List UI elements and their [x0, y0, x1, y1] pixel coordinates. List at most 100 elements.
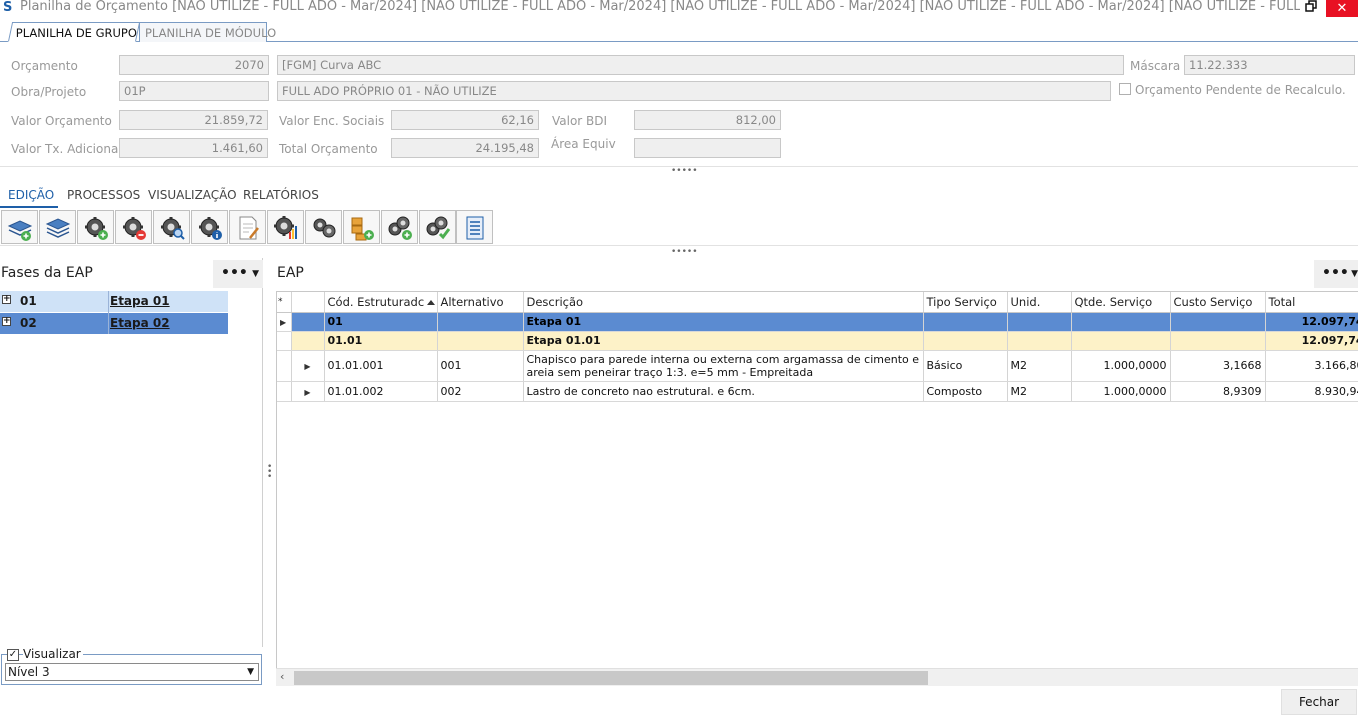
expand-icon[interactable]: + [2, 317, 11, 326]
column-header-label: Cód. Estruturadc [327, 294, 425, 309]
bdi-field[interactable]: 812,00 [634, 110, 781, 130]
expand-cell [291, 331, 325, 351]
gear-info-icon[interactable] [191, 210, 228, 244]
expand-column-header [291, 292, 325, 313]
restore-window-icon[interactable] [1305, 0, 1321, 14]
expand-cell [291, 312, 325, 332]
gears-add-icon[interactable] [381, 210, 418, 244]
obra-field[interactable]: 01P [119, 81, 269, 101]
phase-row[interactable]: + 02 Etapa 02 [0, 313, 228, 334]
cell-cod: 01.01.001 [324, 350, 438, 382]
row-expand-icon[interactable]: ▶ [304, 388, 310, 397]
nivel-select[interactable]: Nível 3 ▼ [5, 663, 259, 681]
pendente-checkbox[interactable] [1119, 83, 1131, 95]
splitter-grip-top[interactable]: ••••• [671, 166, 698, 176]
phase-name[interactable]: Etapa 02 [110, 316, 170, 330]
select-all-star[interactable]: * [277, 292, 292, 313]
layers-add-icon[interactable] [1, 210, 38, 244]
scrollbar-thumb[interactable] [294, 671, 928, 685]
window-title: Planilha de Orçamento [NÃO UTILIZE - FUL… [20, 0, 1300, 14]
gears-check-icon[interactable] [419, 210, 456, 244]
phase-name[interactable]: Etapa 01 [110, 294, 170, 308]
gear-delete-icon[interactable] [115, 210, 152, 244]
expand-icon[interactable]: + [2, 295, 11, 304]
table-row[interactable]: 01.01 Etapa 01.01 12.097,74 [277, 331, 1358, 351]
cell-custo: 8,9309 [1170, 381, 1266, 402]
total-orcamento-field[interactable]: 24.195,48 [391, 138, 539, 158]
cell-tipo: Básico [923, 350, 1008, 382]
phase-code: 01 [20, 294, 37, 308]
table-row[interactable]: ▶ 01.01.002 002 Lastro de concreto nao e… [277, 381, 1358, 402]
eap-more-button[interactable]: ••• ▼ [1314, 260, 1358, 288]
chevron-down-icon: ▼ [247, 667, 254, 677]
horizontal-scrollbar[interactable]: ‹ [276, 668, 1358, 686]
mascara-field[interactable]: 11.22.333 [1184, 55, 1355, 75]
cell-unid [1007, 312, 1072, 332]
document-edit-icon[interactable] [229, 210, 266, 244]
gear-search-icon[interactable] [153, 210, 190, 244]
orcamento-field[interactable]: 2070 [119, 55, 269, 75]
tab-planilha-modulo[interactable]: PLANILHA DE MÓDULO [139, 22, 276, 42]
chevron-down-icon: ▼ [1351, 269, 1358, 279]
column-header-alternativo[interactable]: Alternativo [437, 292, 524, 313]
valor-orcamento-label: Valor Orçamento [11, 114, 112, 128]
gear-chart-icon[interactable] [267, 210, 304, 244]
cell-tipo [923, 312, 1008, 332]
ribbon-tab-relatorios[interactable]: RELATÓRIOS [243, 188, 319, 202]
layers-icon[interactable] [39, 210, 76, 244]
tx-adicional-label: Valor Tx. Adicional [11, 142, 122, 156]
ribbon-tab-processos[interactable]: PROCESSOS [67, 188, 140, 202]
cell-alt [437, 331, 524, 351]
orcamento-description-field[interactable]: [FGM] Curva ABC [277, 55, 1124, 75]
chevron-down-icon: ▼ [252, 269, 259, 279]
row-expand-icon[interactable]: ▶ [304, 362, 310, 371]
enc-sociais-field[interactable]: 62,16 [391, 110, 539, 130]
close-window-button[interactable]: ✕ [1326, 0, 1358, 17]
cell-unid: M2 [1007, 381, 1072, 402]
scroll-left-icon[interactable]: ‹ [280, 670, 284, 683]
gears-icon[interactable] [305, 210, 342, 244]
list-document-icon[interactable] [456, 210, 493, 244]
column-header-custo[interactable]: Custo Serviço [1170, 292, 1266, 313]
ribbon-tab-edicao[interactable]: EDIÇÃO [8, 188, 54, 202]
expand-cell[interactable]: ▶ [291, 350, 325, 382]
fases-title: Fases da EAP [1, 265, 93, 281]
visualizar-checkbox[interactable]: ✓ [7, 649, 19, 661]
cell-desc: Chapisco para parede interna ou externa … [523, 350, 924, 382]
cell-cod: 01.01.002 [324, 381, 438, 402]
splitter-grip-vertical[interactable]: • • • [267, 463, 272, 482]
column-header-unid[interactable]: Unid. [1007, 292, 1072, 313]
column-header-descricao[interactable]: Descrição [523, 292, 924, 313]
fechar-button[interactable]: Fechar [1281, 689, 1357, 715]
splitter-grip-mid[interactable]: ••••• [671, 247, 698, 257]
cell-desc: Lastro de concreto nao estrutural. e 6cm… [523, 381, 924, 402]
cell-custo: 3,1668 [1170, 350, 1266, 382]
mascara-label: Máscara [1130, 59, 1181, 73]
row-indicator: ▶ [277, 312, 292, 332]
fases-more-button[interactable]: ••• ▼ [213, 260, 263, 288]
obra-label: Obra/Projeto [11, 85, 87, 99]
area-equiv-field[interactable] [634, 138, 781, 158]
expand-cell[interactable]: ▶ [291, 381, 325, 402]
cell-alt: 001 [437, 350, 524, 382]
table-row[interactable]: ▶ 01.01.001 001 Chapisco para parede int… [277, 350, 1358, 382]
column-header-qtde[interactable]: Qtde. Serviço [1071, 292, 1171, 313]
tx-adicional-field[interactable]: 1.461,60 [119, 138, 268, 158]
area-equiv-label: Área Equiv [551, 137, 616, 151]
total-orcamento-label: Total Orçamento [279, 142, 378, 156]
phase-row[interactable]: + 01 Etapa 01 [0, 291, 228, 312]
column-header-tipo[interactable]: Tipo Serviço [923, 292, 1008, 313]
blocks-add-icon[interactable] [343, 210, 380, 244]
enc-sociais-label: Valor Enc. Sociais [279, 114, 385, 128]
table-row[interactable]: ▶ 01 Etapa 01 12.097,74 [277, 312, 1358, 332]
nivel-value: Nível 3 [8, 665, 50, 679]
column-header-total[interactable]: Total [1265, 292, 1358, 313]
gear-add-icon[interactable] [77, 210, 114, 244]
obra-description-field[interactable]: FULL ADO PRÓPRIO 01 - NÃO UTILIZE [277, 81, 1111, 101]
tab-planilha-grupo[interactable]: PLANILHA DE GRUPO [7, 22, 141, 42]
ribbon-tab-visualizacao[interactable]: VISUALIZAÇÃO [148, 188, 237, 202]
valor-orcamento-field[interactable]: 21.859,72 [119, 110, 268, 130]
cell-alt: 002 [437, 381, 524, 402]
row-arrow-icon: ▶ [280, 318, 287, 327]
column-header-cod[interactable]: Cód. Estruturadc [324, 292, 438, 313]
